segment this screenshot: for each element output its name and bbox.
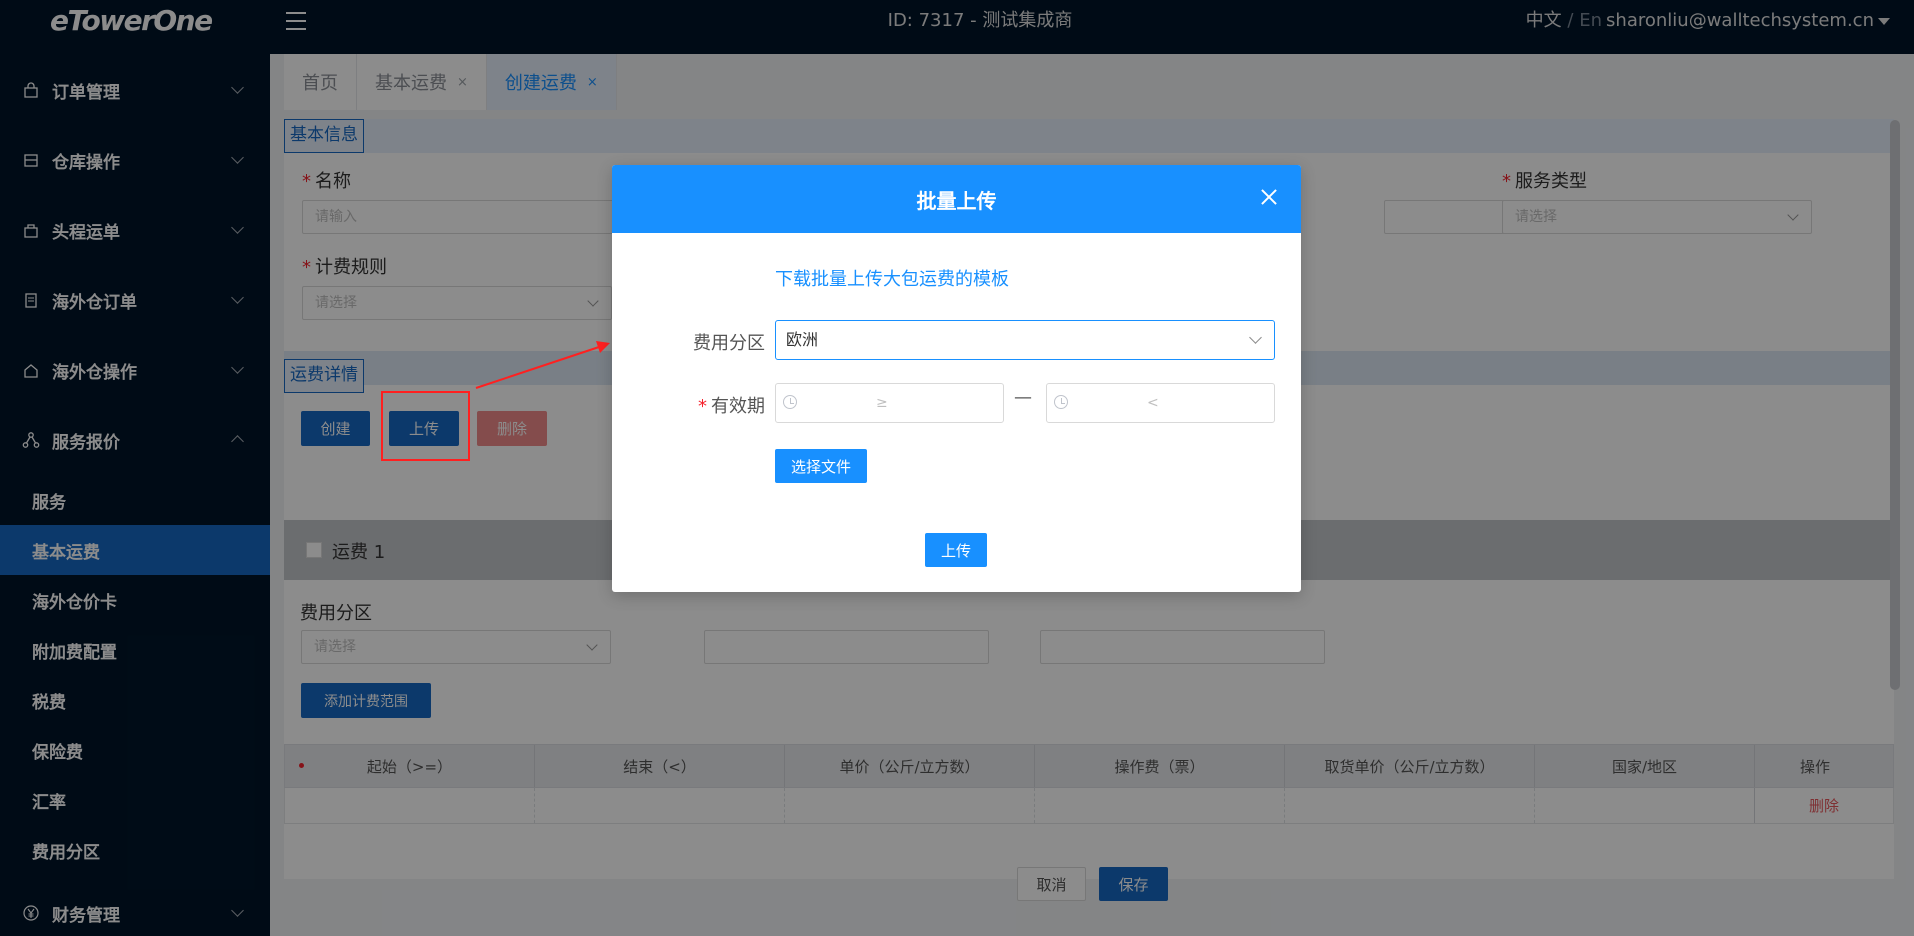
annotation-arrow-icon — [475, 341, 610, 389]
modal-upload-button[interactable]: 上传 — [925, 533, 987, 567]
modal-header: 批量上传 — [612, 165, 1301, 233]
clock-icon — [783, 395, 797, 409]
modal-zone-select[interactable]: 欧洲 — [775, 320, 1275, 360]
range-separator: — — [1014, 387, 1032, 408]
clock-icon — [1054, 395, 1068, 409]
batch-upload-modal: 批量上传 下载批量上传大包运费的模板 费用分区 欧洲 * 有效期 ≥ — < 选择… — [612, 165, 1301, 592]
close-icon[interactable] — [1259, 187, 1279, 207]
choose-file-button[interactable]: 选择文件 — [775, 449, 867, 483]
end-date-picker[interactable]: < — [1046, 383, 1275, 423]
start-date-picker[interactable]: ≥ — [775, 383, 1004, 423]
modal-title: 批量上传 — [916, 188, 997, 213]
modal-zone-label: 费用分区 — [693, 333, 765, 354]
modal-validity-label: * 有效期 — [698, 396, 765, 417]
download-template-link[interactable]: 下载批量上传大包运费的模板 — [775, 265, 1009, 291]
app-root: eTowerOne 订单管理 仓库操作 头程运单 海外仓订单 海外仓操作 服务报… — [0, 0, 1914, 936]
chevron-down-icon — [1249, 331, 1262, 344]
annotation-highlight — [381, 391, 470, 461]
